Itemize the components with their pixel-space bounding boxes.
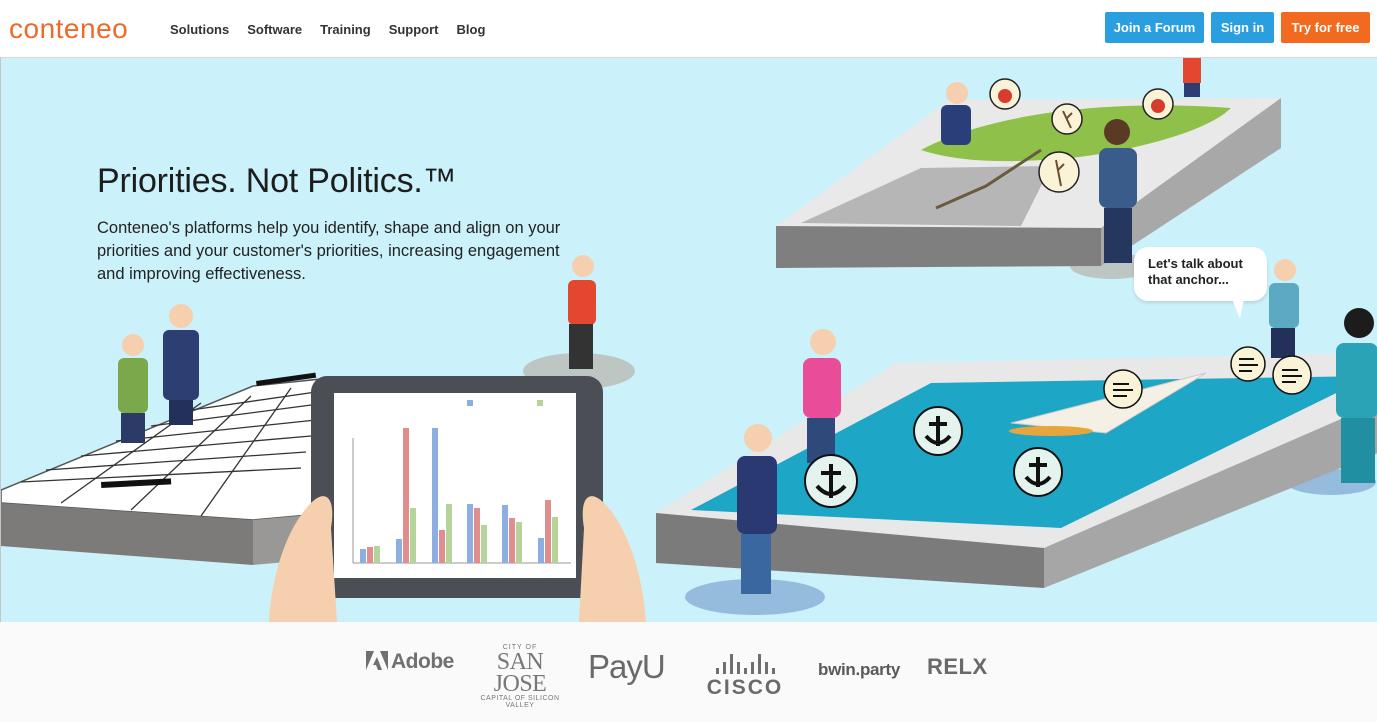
cisco-bars-icon bbox=[700, 652, 790, 674]
branch-icon-2 bbox=[1038, 151, 1080, 193]
person-red-shirt bbox=[568, 255, 596, 369]
anchor-icon-2 bbox=[804, 454, 858, 508]
hero-subtext: Conteneo's platforms help you identify, … bbox=[97, 219, 561, 283]
hero-headline: Priorities. Not Politics.™ bbox=[97, 162, 457, 200]
adobe-mark-icon bbox=[366, 651, 388, 670]
tablet bbox=[269, 376, 646, 622]
sign-in-button[interactable]: Sign in bbox=[1211, 12, 1274, 43]
person-top-right bbox=[1183, 58, 1201, 97]
wind-icon-3 bbox=[1272, 355, 1312, 395]
person-man-phone bbox=[163, 304, 199, 425]
wind-icon-2 bbox=[1230, 346, 1266, 382]
menu-support[interactable]: Support bbox=[389, 22, 439, 37]
san-jose-logo: CITY OF SAN JOSE CAPITAL OF SILICON VALL… bbox=[474, 644, 566, 709]
apple-icon-2 bbox=[1142, 88, 1174, 120]
branch-icon bbox=[1051, 103, 1083, 135]
top-navigation: conteneo Solutions Software Training Sup… bbox=[0, 0, 1377, 58]
grid-platform bbox=[1, 372, 332, 565]
cisco-logo: CISCO bbox=[700, 652, 790, 700]
person-woman-clipboard bbox=[1269, 259, 1299, 358]
conteneo-logo[interactable]: conteneo bbox=[9, 12, 128, 46]
menu-training[interactable]: Training bbox=[320, 22, 371, 37]
tree-platform bbox=[776, 98, 1281, 268]
join-forum-button[interactable]: Join a Forum bbox=[1105, 12, 1204, 43]
anchor-icon-3 bbox=[1013, 447, 1063, 497]
logo-wordmark: conteneo bbox=[9, 13, 129, 44]
wind-icon bbox=[1103, 369, 1143, 409]
menu-solutions[interactable]: Solutions bbox=[170, 22, 229, 37]
speech-bubble: Let's talk about that anchor... bbox=[1134, 247, 1267, 319]
person-man-teal bbox=[1336, 308, 1377, 483]
san-jose-name: SAN JOSE bbox=[493, 649, 547, 697]
menu-software[interactable]: Software bbox=[247, 22, 302, 37]
client-logos: Adobe CITY OF SAN JOSE CAPITAL OF SILICO… bbox=[0, 622, 1377, 722]
main-menu: Solutions Software Training Support Blog bbox=[170, 22, 503, 37]
person-woman-red-hair bbox=[941, 82, 971, 145]
adobe-logo: Adobe bbox=[366, 649, 454, 674]
anchor-icon bbox=[913, 406, 963, 456]
menu-blog[interactable]: Blog bbox=[457, 22, 486, 37]
apple-icon bbox=[989, 78, 1021, 110]
try-for-free-button[interactable]: Try for free bbox=[1281, 12, 1370, 43]
cisco-logo-text: CISCO bbox=[706, 676, 784, 699]
payu-logo: PayU bbox=[588, 648, 666, 685]
bwin-party-logo: bwin.party bbox=[818, 660, 901, 679]
person-woman-left bbox=[118, 334, 148, 443]
relx-logo: RELX bbox=[927, 654, 988, 679]
adobe-logo-text: Adobe bbox=[391, 650, 454, 673]
san-jose-tagline: CAPITAL OF SILICON VALLEY bbox=[480, 695, 560, 709]
hero-banner: Priorities. Not Politics.™ Conteneo's pl… bbox=[0, 58, 1377, 622]
hero-illustration bbox=[1, 58, 1377, 622]
